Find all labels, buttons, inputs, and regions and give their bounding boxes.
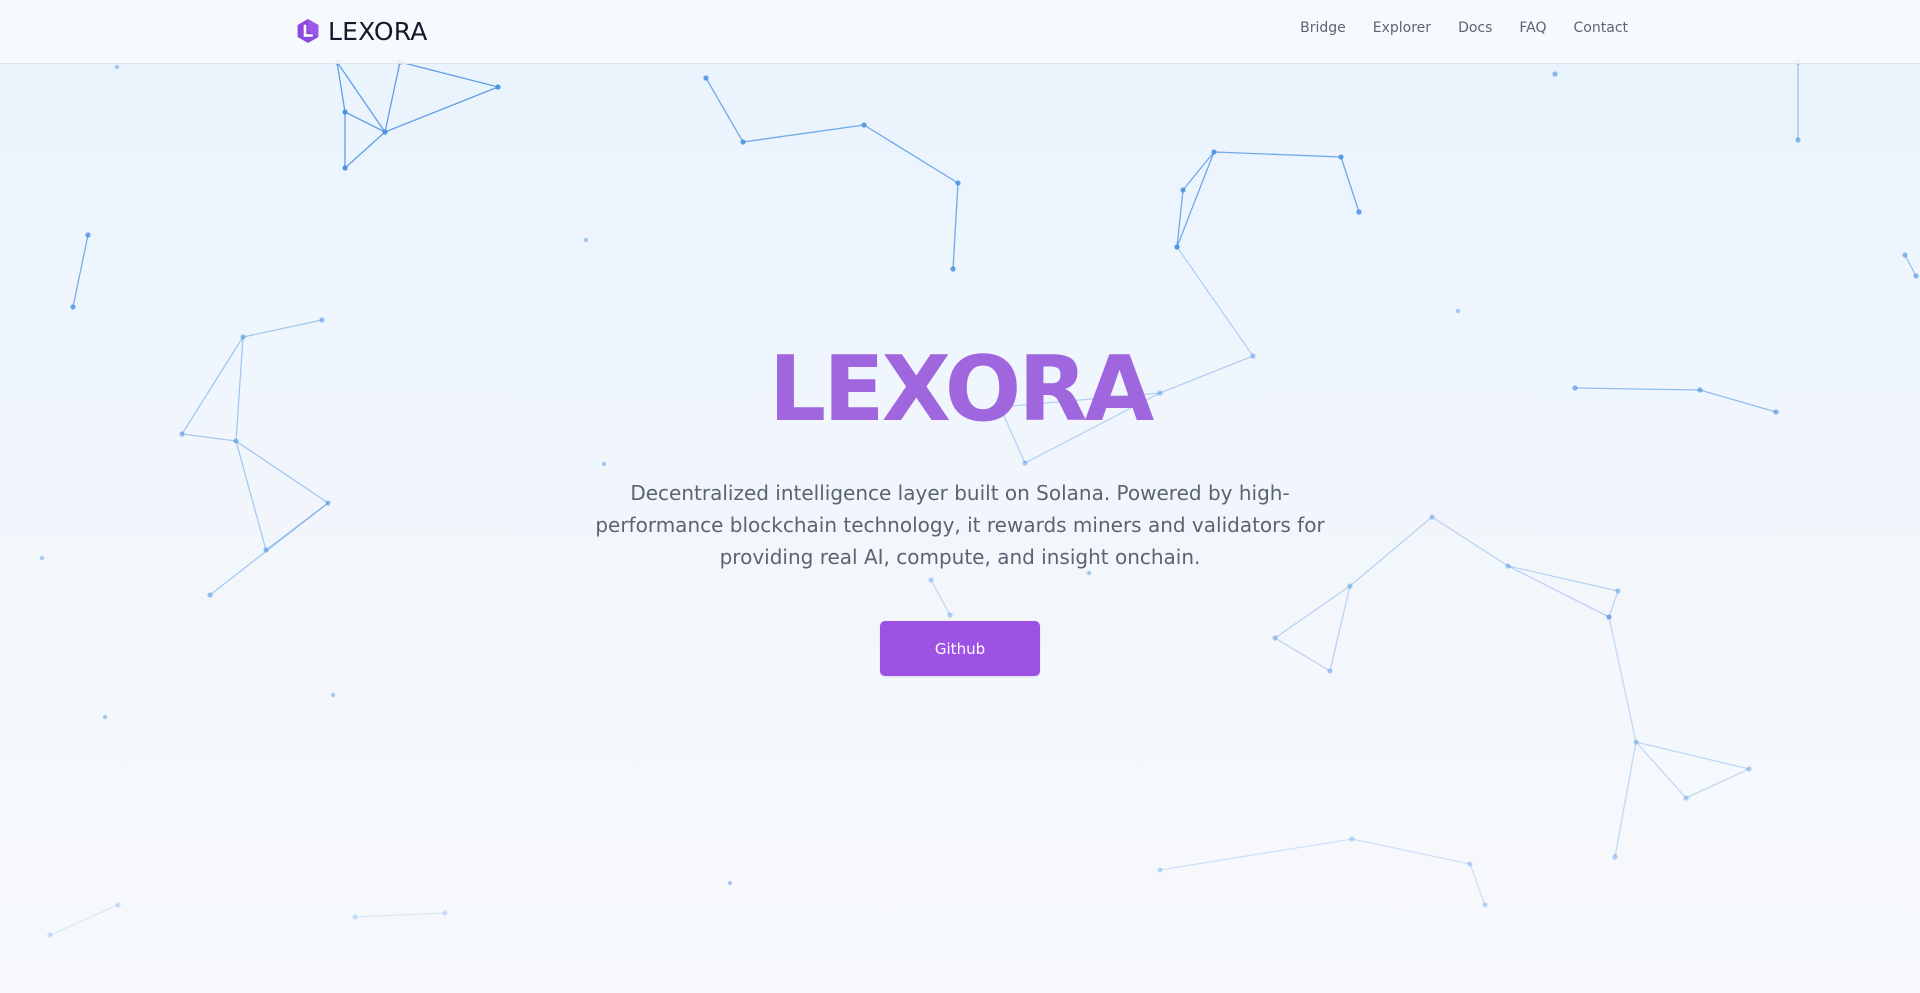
nav-link-faq[interactable]: FAQ xyxy=(1519,20,1546,36)
nav-link-contact[interactable]: Contact xyxy=(1574,20,1628,36)
github-button[interactable]: Github xyxy=(880,621,1040,676)
hero-subtitle: Decentralized intelligence layer built o… xyxy=(595,481,1325,569)
hero-title: LEXORA xyxy=(768,337,1154,442)
hexagon-logo-icon xyxy=(297,19,319,43)
nav-link-docs[interactable]: Docs xyxy=(1458,20,1492,36)
top-navbar: LEXORA Bridge Explorer Docs FAQ Contact xyxy=(0,0,1920,64)
nav-link-bridge[interactable]: Bridge xyxy=(1300,20,1346,36)
nav-links: Bridge Explorer Docs FAQ Contact xyxy=(1273,20,1628,36)
nav-link-explorer[interactable]: Explorer xyxy=(1373,20,1431,36)
brand-name: LEXORA xyxy=(328,16,428,46)
brand-home-link[interactable]: LEXORA xyxy=(294,14,428,48)
hero-section: LEXORA Decentralized intelligence layer … xyxy=(0,0,1920,993)
